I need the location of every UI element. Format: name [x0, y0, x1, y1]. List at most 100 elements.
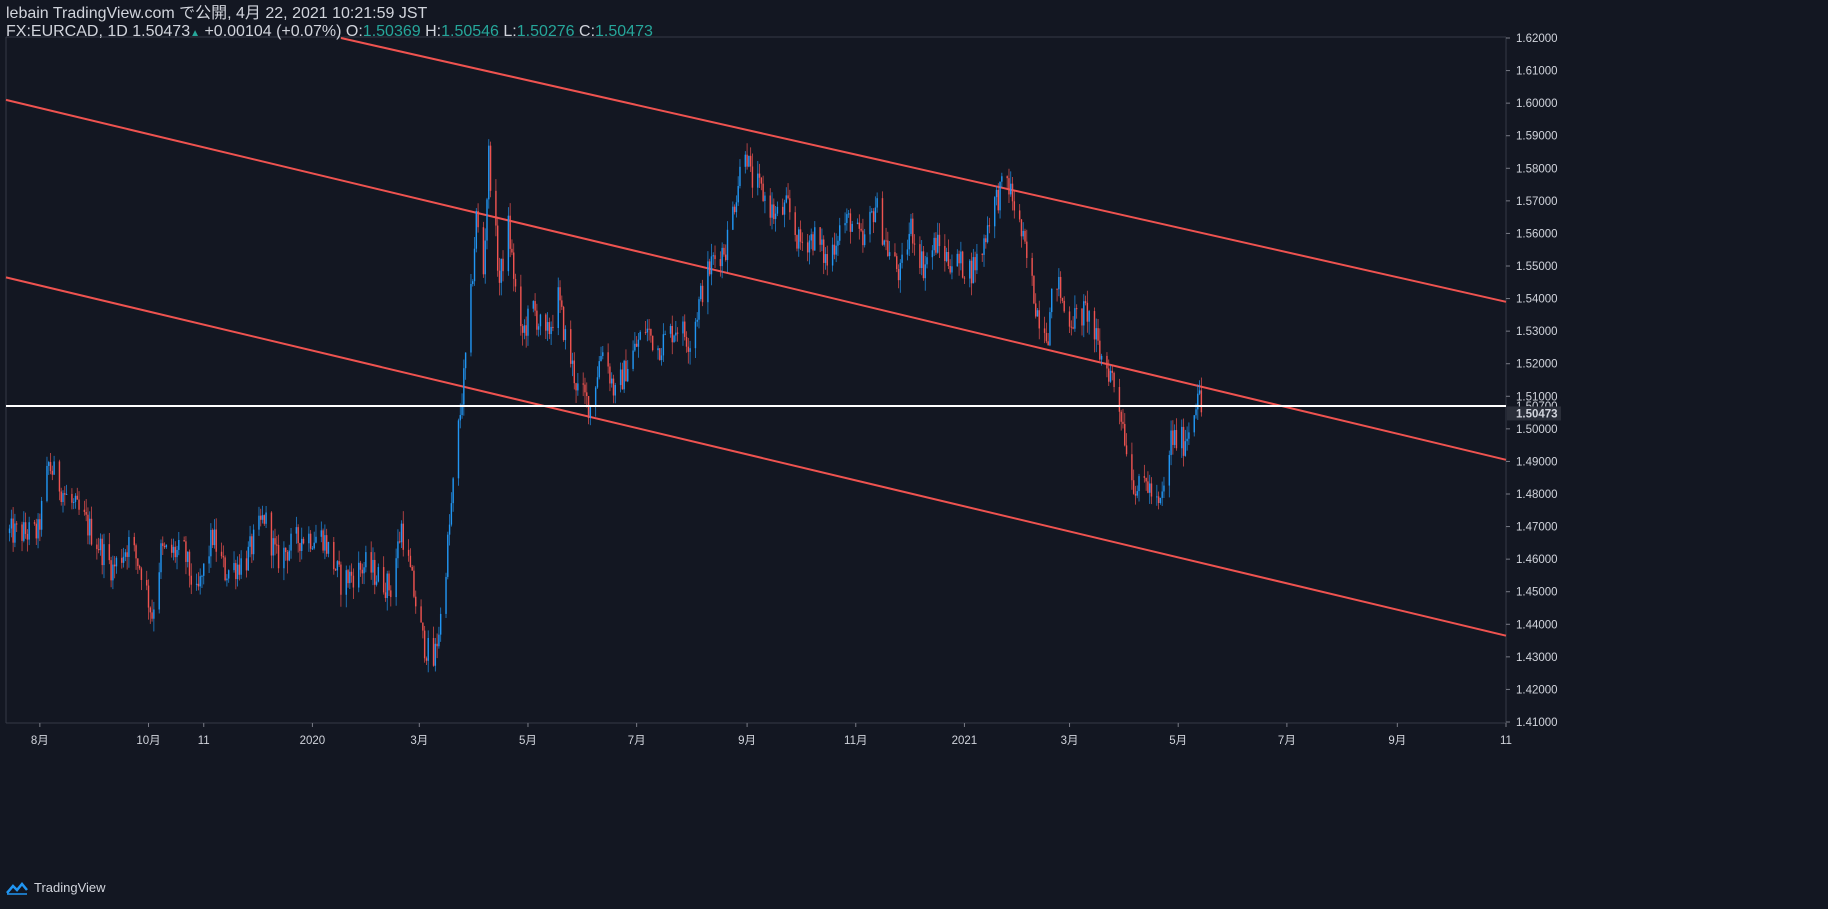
candle-body	[265, 512, 267, 524]
candle-body	[1198, 390, 1201, 394]
candle-body	[586, 392, 588, 397]
candle-body	[801, 241, 804, 243]
candle-body	[397, 541, 399, 559]
candle-body	[302, 538, 305, 544]
candle-body	[283, 547, 285, 569]
candle-body	[33, 522, 36, 524]
candle-body	[1175, 430, 1178, 449]
candle-body	[931, 250, 934, 258]
publish-info: lebain TradingView.com で公開, 4月 22, 2021 …	[6, 5, 427, 23]
candle-body	[1018, 210, 1021, 220]
candle-body	[644, 331, 647, 333]
candle-body	[945, 252, 948, 262]
candle-body	[1181, 426, 1183, 449]
candle-body	[315, 536, 317, 543]
candle-body	[320, 530, 323, 537]
candle-body	[862, 230, 864, 246]
candle-body	[561, 300, 563, 307]
candle-body	[1051, 288, 1053, 313]
candle-body	[448, 524, 451, 535]
trend-channel[interactable]	[5, 37, 1507, 637]
candle-body	[126, 552, 128, 557]
candle-body	[936, 234, 939, 253]
close-label: C:	[579, 23, 596, 40]
candle-body	[1193, 415, 1195, 433]
candle-body	[1134, 493, 1137, 496]
candle-body	[14, 523, 16, 543]
y-tick-label: 1.49000	[1516, 456, 1558, 468]
candle-body	[822, 239, 825, 263]
candle-body	[712, 255, 714, 257]
candle-body	[138, 566, 141, 569]
candle-body	[295, 527, 298, 534]
price-axis[interactable]: 1.41000 1.42000 1.43000 1.44000 1.45000 1.460…	[1506, 33, 1558, 729]
candle-body	[195, 583, 198, 585]
candle-body	[771, 204, 773, 218]
candle-body	[128, 536, 130, 557]
symbol-label[interactable]: FX:EURCAD, 1D	[6, 23, 128, 40]
candle-body	[949, 266, 951, 273]
candle-body	[413, 570, 415, 597]
candle-body	[96, 544, 98, 550]
candle-body	[49, 462, 52, 471]
candle-body	[1100, 355, 1103, 360]
candle-body	[415, 596, 417, 607]
footer-brand[interactable]: TradingView	[6, 880, 106, 895]
candle-body	[249, 536, 251, 547]
x-tick-label: 9月	[1388, 735, 1406, 747]
x-tick-label: 11	[198, 735, 210, 747]
candle-body	[874, 207, 877, 223]
y-tick-label: 1.59000	[1516, 131, 1558, 143]
candle-body	[359, 562, 362, 570]
price-chart[interactable]: 1.507001.50473 1.410001.420001.430001.44…	[0, 0, 1828, 909]
candle-body	[201, 575, 203, 577]
candle-body	[185, 541, 187, 562]
candle-body	[361, 569, 364, 574]
candle-body	[48, 462, 50, 466]
candle-body	[760, 177, 763, 184]
candle-body	[623, 360, 625, 390]
candle-body	[913, 243, 916, 245]
candle-body	[53, 461, 55, 475]
candle-body	[769, 195, 771, 218]
candle-body	[610, 378, 613, 384]
candle-body	[988, 225, 991, 227]
candle-body	[725, 254, 727, 260]
candle-body	[1200, 390, 1203, 413]
candle-body	[121, 557, 123, 563]
candle-body	[548, 322, 551, 335]
candle-body	[933, 237, 935, 251]
candle-body	[762, 183, 764, 202]
candle-body	[751, 166, 754, 188]
candle-body	[514, 278, 517, 287]
candle-body	[345, 570, 347, 595]
candle-body	[559, 287, 561, 301]
candle-body	[1182, 426, 1185, 456]
candle-body	[701, 285, 704, 303]
candle-body	[708, 261, 711, 275]
candle-body	[958, 253, 960, 264]
candle-body	[1045, 332, 1048, 342]
candle-body	[299, 543, 301, 551]
y-tick-label: 1.55000	[1516, 261, 1558, 273]
candle-body	[1120, 411, 1122, 422]
candle-body	[1013, 201, 1016, 211]
candle-body	[1170, 430, 1172, 456]
candle-body	[1184, 441, 1187, 456]
candle-body	[1024, 230, 1026, 242]
candle-body	[557, 287, 559, 329]
time-axis[interactable]: 8月 10月 11 2020 3月 5月 7月 9月 11月 2021 3月 5月 7月 9月 11	[31, 723, 1512, 747]
candle-body	[1036, 310, 1039, 317]
candle-body	[1084, 301, 1087, 303]
candle-body	[849, 213, 852, 232]
candle-body	[575, 383, 577, 391]
candle-body	[135, 545, 137, 559]
ohlc-legend[interactable]: FX:EURCAD, 1D 1.50473▲ +0.00104 (+0.07%)…	[6, 23, 653, 43]
candle-body	[334, 569, 337, 571]
candle-body	[153, 609, 155, 619]
candle-body	[1074, 308, 1076, 329]
candle-body	[64, 493, 66, 495]
candle-body	[513, 252, 515, 279]
candle-body	[1108, 368, 1110, 382]
candle-body	[500, 258, 502, 283]
